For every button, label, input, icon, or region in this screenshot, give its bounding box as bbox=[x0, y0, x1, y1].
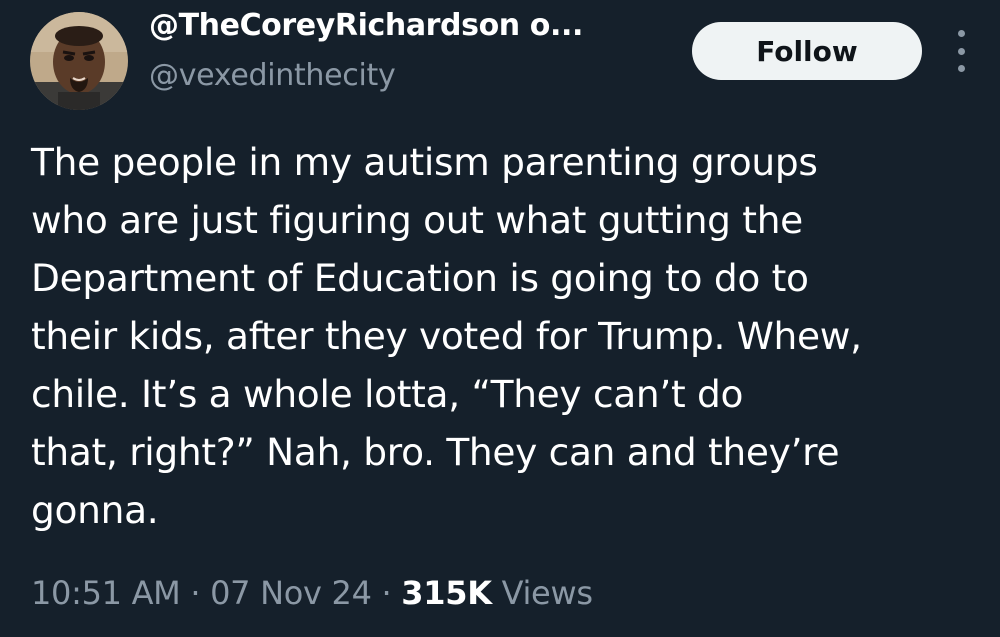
more-options-icon[interactable] bbox=[948, 30, 974, 72]
follow-button[interactable]: Follow bbox=[692, 22, 922, 80]
author-handle[interactable]: @vexedinthecity bbox=[149, 58, 396, 93]
meta-separator: · bbox=[381, 574, 392, 612]
more-dot bbox=[957, 65, 965, 72]
tweet-date[interactable]: 07 Nov 24 bbox=[210, 574, 372, 612]
tweet-meta: 10:51 AM · 07 Nov 24 · 315K Views bbox=[31, 574, 593, 612]
avatar-image bbox=[30, 12, 128, 110]
views-count: 315K bbox=[401, 574, 492, 612]
tweet-text: The people in my autism parenting groups… bbox=[31, 140, 862, 532]
author-display-name[interactable]: @TheCoreyRichardson o... bbox=[149, 8, 583, 43]
avatar[interactable] bbox=[30, 12, 128, 110]
views-label: Views bbox=[501, 574, 593, 612]
tweet-card: @TheCoreyRichardson o... @vexedinthecity… bbox=[0, 0, 1000, 637]
more-dot bbox=[957, 30, 965, 37]
more-dot bbox=[957, 47, 965, 55]
meta-separator: · bbox=[190, 574, 201, 612]
tweet-time[interactable]: 10:51 AM bbox=[31, 574, 181, 612]
